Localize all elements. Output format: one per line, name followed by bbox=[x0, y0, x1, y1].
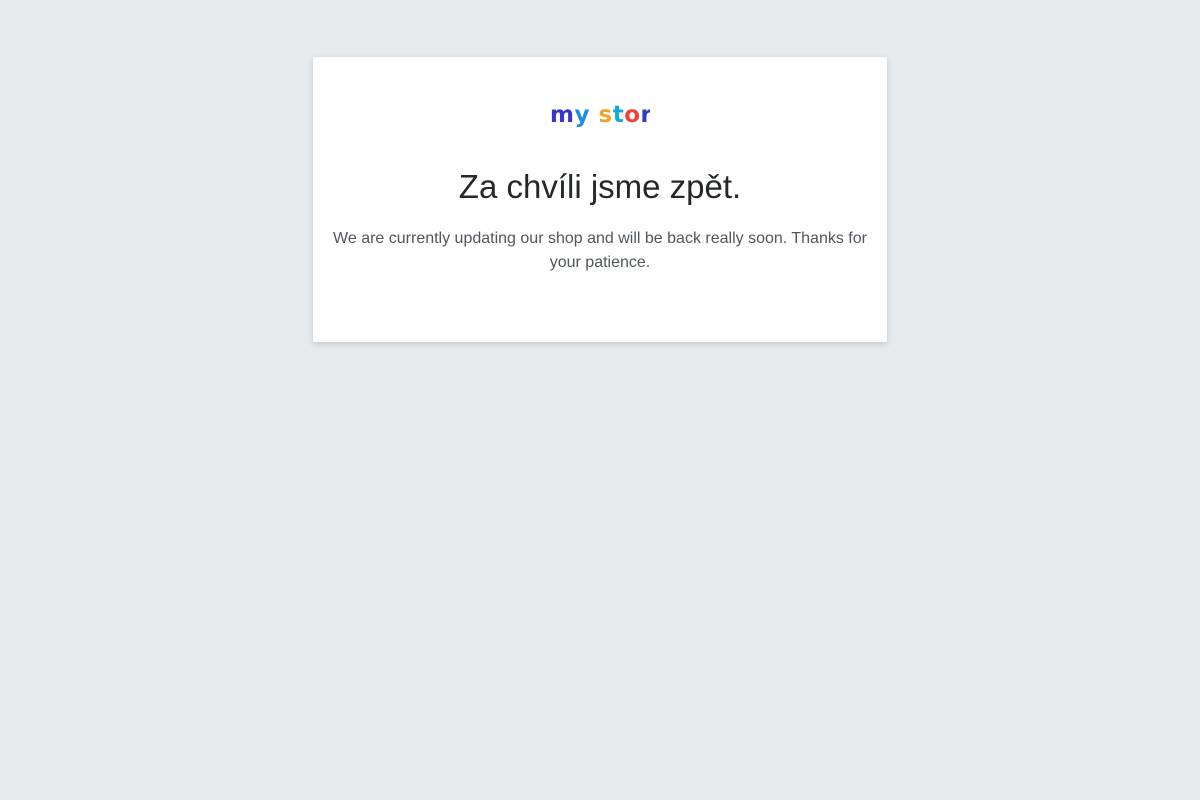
maintenance-message: We are currently updating our shop and w… bbox=[333, 230, 867, 271]
maintenance-card: my store Za chvíli jsme zpět. We are cur… bbox=[313, 57, 887, 342]
store-logo: my store bbox=[313, 101, 887, 141]
maintenance-title: Za chvíli jsme zpět. bbox=[458, 168, 742, 205]
svg-text:my store: my store bbox=[550, 102, 650, 128]
